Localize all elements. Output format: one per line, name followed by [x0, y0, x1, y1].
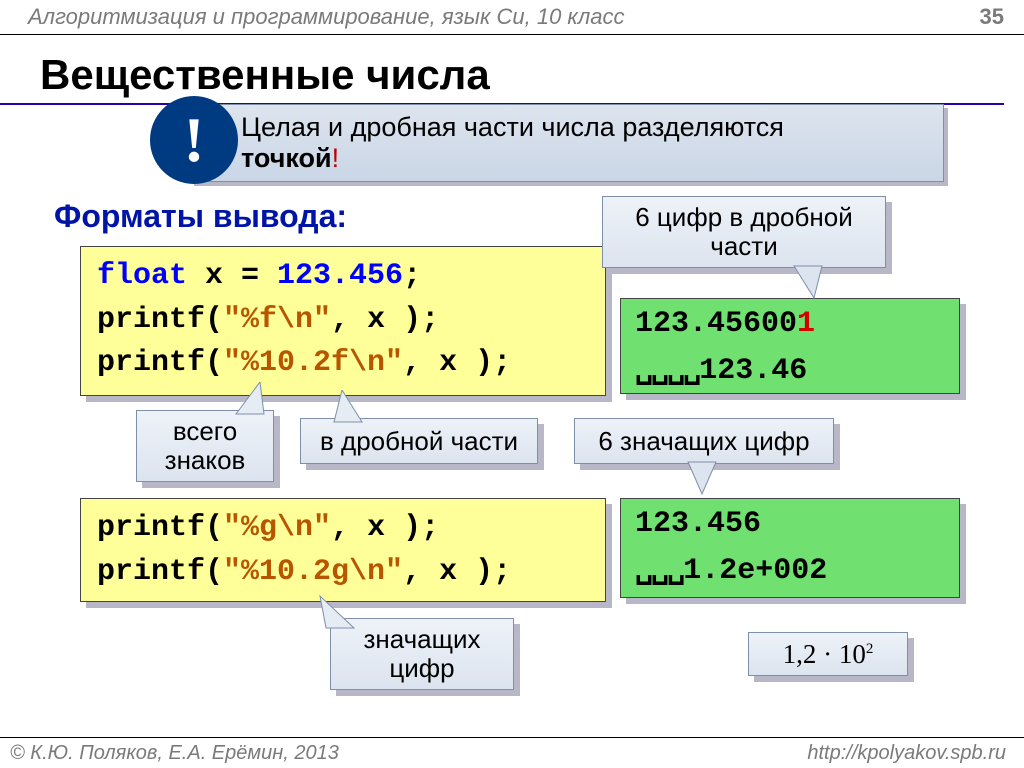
info-text: Целая и дробная части числа разделяются …: [241, 112, 784, 174]
slide-footer: © К.Ю. Поляков, Е.А. Ерёмин, 2013 http:/…: [0, 737, 1024, 765]
callout-pointer-icon: [792, 264, 828, 300]
breadcrumb: Алгоритмизация и программирование, язык …: [28, 4, 624, 30]
callout-pointer-icon: [232, 382, 268, 416]
callout-pointer-icon: [330, 390, 366, 424]
footer-url: http://kpolyakov.spb.ru: [807, 742, 1006, 765]
section-heading: Форматы вывода:: [54, 198, 347, 235]
exclamation-icon: !: [150, 96, 238, 184]
sci-notation-text: 1,2 · 102: [783, 639, 874, 670]
slide-header: Алгоритмизация и программирование, язык …: [0, 0, 1024, 35]
page-title: Вещественные числа: [0, 35, 1004, 105]
copyright: © К.Ю. Поляков, Е.А. Ерёмин, 2013: [10, 742, 339, 765]
callout-pointer-icon: [318, 594, 358, 630]
page-number: 35: [980, 4, 1004, 30]
callout-pointer-icon: [684, 460, 720, 496]
